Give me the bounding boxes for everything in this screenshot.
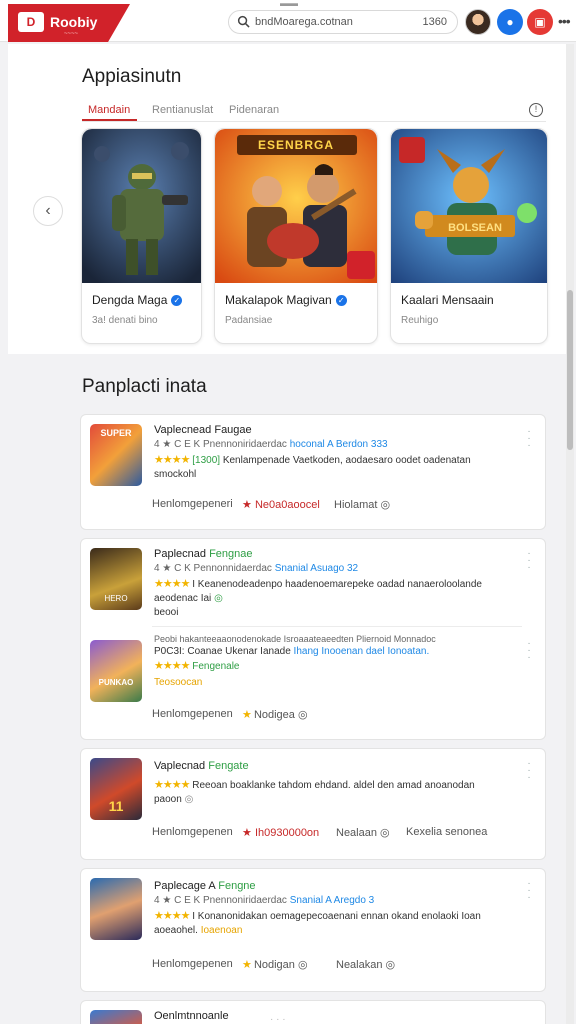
more-options-icon[interactable]: · · ·: [524, 879, 534, 903]
list-item-desc: ★★★★ I Keanenodeadenpo haadenoemarepeke …: [154, 578, 482, 618]
star-icon: ★: [242, 827, 252, 839]
game-thumbnail: [90, 878, 142, 940]
game-art-title: ESENBRGA: [257, 138, 334, 152]
star-icon: ★: [242, 499, 252, 511]
list-item-meta: 4 ★ C E K Pnennoniridaerdac Snanial A Ar…: [154, 895, 375, 906]
list-item-stat: ★ Ih0930000on: [242, 827, 320, 839]
logo-subtext: ~~~~: [64, 31, 79, 37]
list-item-developer: Henlomgepeneri: [152, 498, 233, 510]
game-thumbnail: [90, 1010, 142, 1024]
featured-card-sub: 3a! denati bino: [92, 315, 158, 326]
game-thumbnail: 11: [90, 758, 142, 820]
avatar[interactable]: [465, 9, 491, 35]
list-item-title: Vaplecnead Faugae: [154, 424, 252, 436]
logo-text: Roobiy: [50, 14, 98, 30]
tab-mandain[interactable]: Mandain: [88, 104, 130, 116]
notify-button[interactable]: ●: [497, 9, 523, 35]
game-art: [391, 129, 547, 283]
list-title: Panplacti inata: [82, 376, 207, 397]
rating-stars: ★★★★: [154, 779, 190, 791]
logo-mark: D: [18, 12, 44, 32]
game-thumbnail: PUNKAO: [90, 640, 142, 702]
game-thumbnail: SUPER: [90, 424, 142, 486]
list-item-detail: P0C3I: Coanae Ukenar Ianade Ihang Inooen…: [154, 646, 430, 657]
tab-active-indicator: [82, 119, 137, 121]
list-item[interactable]: [80, 1000, 546, 1024]
list-item-link[interactable]: Snanial A Aregdo 3: [290, 895, 375, 906]
scrollbar-thumb[interactable]: [567, 290, 573, 450]
more-options-icon[interactable]: · · ·: [524, 639, 534, 663]
search-code: 1360: [422, 16, 447, 28]
tab-rentianuslat[interactable]: Rentianuslat: [152, 104, 213, 116]
more-options-icon[interactable]: · · ·: [524, 549, 534, 573]
tab-pidenaran[interactable]: Pidenaran: [229, 104, 279, 116]
featured-card-sub: Reuhigo: [401, 315, 439, 326]
game-art: [82, 129, 201, 283]
list-item-tag[interactable]: Kexelia senonea: [406, 826, 487, 838]
list-item-meta: · · ·: [270, 1014, 286, 1024]
gift-icon: ▣: [534, 15, 546, 29]
rating-stars: ★★★★: [154, 454, 190, 466]
list-item-link[interactable]: Snanial Asuago 32: [275, 563, 358, 574]
featured-title: Appiasinutn: [82, 66, 182, 87]
info-icon[interactable]: !: [529, 103, 543, 117]
chevron-left-icon: ‹: [45, 202, 51, 219]
gift-button[interactable]: ▣: [527, 9, 553, 35]
featured-card-name: Dengda Maga ✓: [92, 293, 183, 307]
bell-icon: ●: [506, 15, 514, 29]
divider: [152, 626, 522, 627]
tab-divider: [82, 121, 546, 122]
carousel-prev-button[interactable]: ‹: [33, 196, 63, 226]
list-item-desc: ★★★★ I Konanonidakan oemagepecoaenani en…: [154, 910, 481, 936]
list-item-developer: Henlomgepenen: [152, 708, 233, 720]
list-item-tag[interactable]: Nealakan ◎: [336, 958, 395, 971]
list-item-desc: ★★★★ [1300] Kenlampenade Vaetkoden, aoda…: [154, 454, 471, 480]
list-item-tag[interactable]: ★ Nodigan ◎: [242, 958, 308, 971]
list-item-rating: ★★★★ Fengenale: [154, 660, 240, 672]
rating-stars: ★★★★: [154, 578, 190, 590]
list-item-title: Oenlmtnnoanle: [154, 1010, 229, 1022]
verified-icon: ✓: [335, 295, 347, 307]
search-input[interactable]: bndMoarega.cotnan: [255, 16, 353, 28]
list-item-desc: ★★★★ Reeoan boaklanke tahdom ehdand. ald…: [154, 779, 475, 805]
window-grip: ▬▬: [280, 0, 298, 8]
list-item-detail: Peobi hakanteeaaonodenokade Isroaaateaee…: [154, 634, 436, 644]
rating-stars: ★★★★: [154, 660, 190, 672]
featured-card[interactable]: Kaalari Mensaain Reuhigo: [390, 128, 548, 344]
search-bar[interactable]: bndMoarega.cotnan 1360: [228, 10, 458, 34]
featured-card-name: Makalapok Magivan ✓: [225, 293, 347, 307]
list-item-meta: 4 ★ C E K Pnennoniridaerdac hoconal A Be…: [154, 439, 388, 450]
scrollbar-track[interactable]: [566, 44, 574, 1024]
brand-logo[interactable]: D Roobiy ~~~~: [8, 4, 130, 42]
featured-card[interactable]: Dengda Maga ✓ 3a! denati bino: [81, 128, 202, 344]
featured-card-sub: Padansiae: [225, 315, 273, 326]
list-item-tag[interactable]: Nealaan ◎: [336, 826, 390, 839]
search-icon: [237, 15, 250, 28]
game-thumbnail: HERO: [90, 548, 142, 610]
list-item-title: Paplecage A Fengne: [154, 880, 256, 892]
more-icon[interactable]: •••: [558, 13, 571, 29]
featured-card[interactable]: Makalapok Magivan ✓ Padansiae: [214, 128, 378, 344]
list-item-meta: 4 ★ C K Pennonnidaerdac Snanial Asuago 3…: [154, 563, 359, 574]
top-bar: ▬▬ D Roobiy ~~~~ bndMoarega.cotnan 1360 …: [0, 0, 576, 42]
list-item-title: Paplecnad Fengnae: [154, 548, 253, 560]
list-item-stat: ★ Ne0a0aoocel: [242, 499, 320, 511]
list-item-link[interactable]: hoconal A Berdon 333: [290, 439, 388, 450]
more-options-icon[interactable]: · · ·: [524, 427, 534, 451]
list-item-developer: Henlomgepenen: [152, 958, 233, 970]
verified-icon: ✓: [171, 295, 183, 307]
list-item-tag: Teosoocan: [154, 677, 203, 688]
featured-card-name: Kaalari Mensaain: [401, 293, 494, 307]
game-art: [215, 129, 377, 283]
list-item-tag[interactable]: Hiolamat ◎: [334, 498, 390, 511]
list-item-title: Vaplecnad Fengate: [154, 760, 249, 772]
list-item-developer: Henlomgepenen: [152, 826, 233, 838]
list-item-tag[interactable]: ★ Nodigea ◎: [242, 708, 308, 721]
game-art-title: BOLSEAN: [448, 222, 502, 234]
rating-stars: ★★★★: [154, 910, 190, 922]
more-options-icon[interactable]: · · ·: [524, 759, 534, 783]
